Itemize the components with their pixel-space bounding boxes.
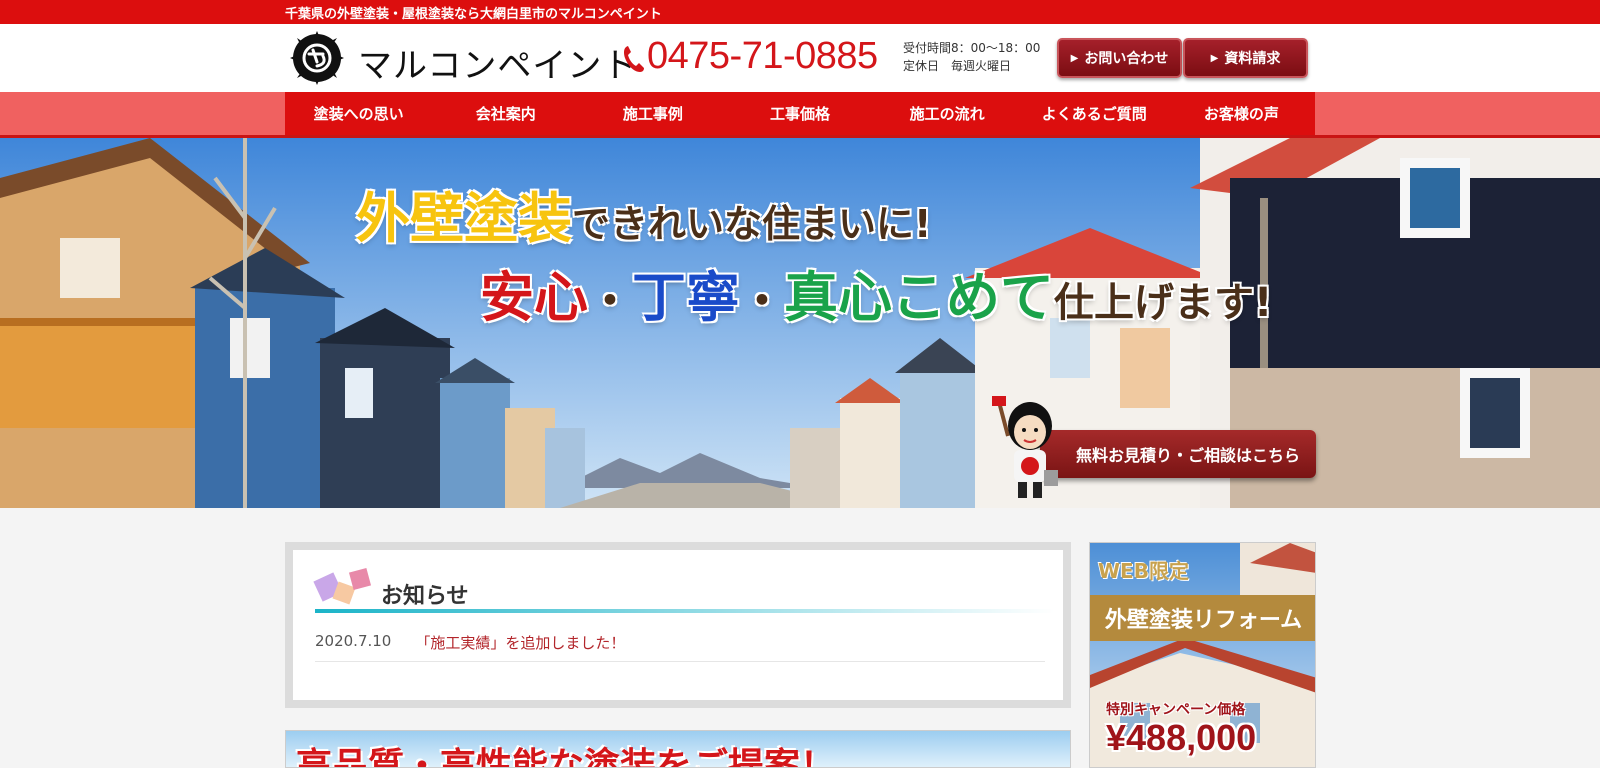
brush-circle-logo-icon[interactable] [287,28,347,88]
news-link[interactable]: 「施工実績」を追加しました！ [415,632,625,661]
web-limited-badge: WEB限定 [1098,559,1189,583]
contact-button[interactable]: ▶ お問い合わせ [1057,38,1182,78]
top-bar: 千葉県の外壁塗装・屋根塗装なら大網白里市のマルコンペイント [0,0,1600,24]
brochure-request-button[interactable]: ▶ 資料請求 [1183,38,1308,78]
nav-item-voices[interactable]: お客様の声 [1168,92,1315,135]
brochure-button-label: 資料請求 [1224,51,1281,67]
hero-headline-1: 外壁塗装できれいな住まいに! [356,174,931,253]
hero-emphasis: 外壁塗装 [356,187,572,250]
hero-separator: ・ [740,276,784,327]
logo-text[interactable]: マルコンペイント [358,38,637,87]
news-section: お知らせ 2020.7.10 「施工実績」を追加しました！ [285,542,1071,708]
quality-proposal-text: 高品質・高性能な塗装をご提案！ [296,746,837,768]
news-date: 2020.7.10 [315,632,392,650]
quality-proposal-banner[interactable]: 高品質・高性能な塗装をご提案！ [285,730,1071,768]
nav-item-company[interactable]: 会社案内 [432,92,579,135]
hero-headline-rest: できれいな住まいに! [572,202,932,246]
painter-mascot-icon [992,396,1058,498]
main-nav: 塗装への思い 会社案内 施工事例 工事価格 施工の流れ よくあるご質問 お客様の… [285,92,1315,135]
hero-headline-2: 安心・丁寧・真心こめて仕上げます! [480,253,1272,332]
free-estimate-cta-button[interactable]: 無料お見積り・ご相談はこちら [1040,430,1316,478]
holiday-line: 定休日 毎週火曜日 [903,59,1012,73]
hours-line: 受付時間8：00〜18：00 [903,41,1041,55]
triangle-right-icon: ▶ [1210,52,1219,64]
header: マルコンペイント 0475-71-0885 受付時間8：00〜18：00 定休日… [0,24,1600,92]
paper-squares-icon [313,567,372,605]
hero-banner: 外壁塗装できれいな住まいに! 安心・丁寧・真心こめて仕上げます! 無料お見積り・… [0,138,1600,508]
exterior-reform-title: 外壁塗装リフォーム [1090,595,1315,641]
site-tagline: 千葉県の外壁塗装・屋根塗装なら大網白里市のマルコンペイント [285,7,662,22]
news-title: お知らせ [381,584,469,609]
nav-item-prices[interactable]: 工事価格 [726,92,873,135]
phone-icon [624,46,644,72]
web-campaign-banner[interactable]: WEB限定 外壁塗装リフォーム 特別キャンペーン価格 ¥488,000 [1089,542,1316,768]
news-item[interactable]: 2020.7.10 「施工実績」を追加しました！ [315,632,1045,662]
campaign-price: ¥488,000 [1106,717,1257,758]
nav-item-flow[interactable]: 施工の流れ [874,92,1021,135]
phone-number[interactable]: 0475-71-0885 [647,35,878,78]
hero-separator: ・ [588,276,632,327]
hero-word-magokoro: 真心こめて [784,266,1054,329]
hero-word-anshin: 安心 [480,266,588,329]
cta-label: 無料お見積り・ご相談はこちら [1075,446,1300,465]
contact-button-label: お問い合わせ [1084,51,1169,67]
business-hours: 受付時間8：00〜18：00 定休日 毎週火曜日 [903,39,1040,75]
special-campaign-label: 特別キャンペーン価格 [1106,702,1246,718]
nav-item-faq[interactable]: よくあるご質問 [1021,92,1168,135]
nav-item-works[interactable]: 施工事例 [579,92,726,135]
triangle-right-icon: ▶ [1070,52,1079,64]
hero-word-teinei: 丁寧 [632,266,740,329]
nav-item-thoughts[interactable]: 塗装への思い [285,92,432,135]
hero-word-finish: 仕上げます! [1054,280,1273,326]
news-divider [315,609,1055,613]
